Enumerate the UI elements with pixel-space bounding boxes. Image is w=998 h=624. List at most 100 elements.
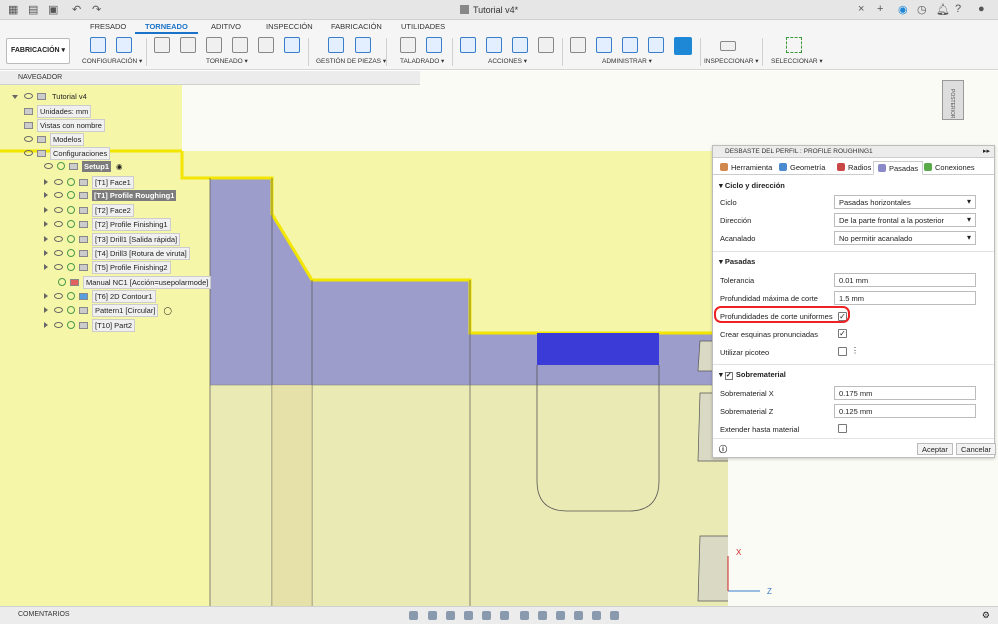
help-icon[interactable]: ? <box>955 3 961 15</box>
more-options-icon[interactable]: ⋮ <box>851 346 859 355</box>
esquinas-checkbox[interactable]: ✓ <box>838 329 847 338</box>
visibility-eye-icon[interactable] <box>54 179 63 185</box>
selection-filter-icon[interactable] <box>610 611 619 620</box>
grid-icon[interactable] <box>520 611 529 620</box>
drill-new-icon[interactable] <box>426 37 442 53</box>
visibility-eye-icon[interactable] <box>24 136 33 142</box>
tab-radios[interactable]: Radios <box>833 161 875 175</box>
group-acciones[interactable]: ACCIONES ▾ <box>488 57 527 65</box>
viewports-icon[interactable] <box>538 611 547 620</box>
undo-icon[interactable]: ↶ <box>72 3 81 16</box>
accept-button[interactable]: Aceptar <box>917 443 953 455</box>
tree-item-pattern[interactable]: Pattern1 [Circular] ◯ <box>44 304 172 317</box>
tab-fabricacion[interactable]: FABRICACIÓN <box>331 22 382 31</box>
settings-gear-icon[interactable]: ⚙ <box>982 610 990 621</box>
tab-herramienta[interactable]: Herramienta <box>716 161 776 175</box>
post-library-icon[interactable] <box>648 37 664 53</box>
tree-item-manual-nc[interactable]: Manual NC1 [Acción=usepolarmode] <box>58 276 212 289</box>
tab-pasadas[interactable]: Pasadas <box>873 161 924 175</box>
group-torneado[interactable]: TORNEADO ▾ <box>206 57 248 65</box>
visibility-eye-icon[interactable] <box>54 236 63 242</box>
section-sobrematerial-header[interactable]: ▾ ✓ Sobrematerial <box>719 370 786 380</box>
visibility-eye-icon[interactable] <box>54 221 63 227</box>
turning-part-icon[interactable] <box>284 37 300 53</box>
part-transfer-icon[interactable] <box>355 37 371 53</box>
tree-item-models[interactable]: Modelos <box>24 133 85 146</box>
apps-grid-icon[interactable]: ▦ <box>8 3 18 16</box>
new-tab-icon[interactable]: + <box>877 3 883 15</box>
visibility-eye-icon[interactable] <box>24 150 33 156</box>
tree-item-op[interactable]: [T2] Face2 <box>44 204 134 217</box>
part-handling-icon[interactable] <box>328 37 344 53</box>
turning-profile-icon[interactable] <box>180 37 196 53</box>
cancel-button[interactable]: Cancelar <box>956 443 997 455</box>
workspace-switcher-button[interactable]: FABRICACIÓN ▾ <box>6 38 70 64</box>
tab-conexiones[interactable]: Conexiones <box>920 161 979 175</box>
group-inspeccionar[interactable]: INSPECCIONAR ▾ <box>704 57 759 65</box>
select-icon[interactable] <box>786 37 802 53</box>
ciclo-select[interactable]: Pasadas horizontales <box>834 195 976 209</box>
tab-inspeccion[interactable]: INSPECCIÓN <box>266 22 313 31</box>
setup-sheet-icon[interactable] <box>538 37 554 53</box>
close-tab-icon[interactable]: × <box>858 3 864 15</box>
machine-library-icon[interactable] <box>596 37 612 53</box>
tab-torneado[interactable]: TORNEADO <box>135 22 198 34</box>
tab-geometria[interactable]: Geometría <box>775 161 829 175</box>
group-gestion-piezas[interactable]: GESTIÓN DE PIEZAS ▾ <box>316 57 386 65</box>
tolerancia-input[interactable]: 0.01 mm <box>834 273 976 287</box>
turning-groove-icon[interactable] <box>206 37 222 53</box>
filter-icon[interactable] <box>592 611 601 620</box>
group-administrar[interactable]: ADMINISTRAR ▾ <box>602 57 652 65</box>
tree-item-op[interactable]: [T6] 2D Contour1 <box>44 290 156 303</box>
tree-item-op[interactable]: [T1] Face1 <box>44 176 134 189</box>
extender-checkbox[interactable] <box>838 424 847 433</box>
visibility-eye-icon[interactable] <box>54 293 63 299</box>
tree-item-op[interactable]: [T10] Part2 <box>44 319 136 332</box>
file-icon[interactable]: ▤ <box>28 3 38 16</box>
tree-item-op[interactable]: [T5] Profile Finishing2 <box>44 261 171 274</box>
account-icon[interactable]: ◉ <box>898 3 908 16</box>
sheet-icon[interactable] <box>116 37 132 53</box>
profundidad-input[interactable]: 1.5 mm <box>834 291 976 305</box>
tool-library-icon[interactable] <box>570 37 586 53</box>
generate-icon[interactable] <box>460 37 476 53</box>
visual-style-icon[interactable] <box>574 611 583 620</box>
rotate-icon[interactable] <box>556 611 565 620</box>
sobrematerial-z-input[interactable]: 0.125 mm <box>834 404 976 418</box>
visibility-eye-icon[interactable] <box>54 192 63 198</box>
display-settings-icon[interactable] <box>500 611 509 620</box>
tree-item-setup1[interactable]: Setup1 ◉ <box>44 161 123 174</box>
simulate-icon[interactable] <box>486 37 502 53</box>
online-status-icon[interactable]: ◷ <box>917 3 927 16</box>
tree-item-root[interactable]: Tutorial v4 <box>12 91 89 104</box>
section-ciclo-header[interactable]: ▾ Ciclo y dirección <box>719 181 785 190</box>
tree-item-op[interactable]: [T3] Drill1 [Salida rápida] <box>44 233 181 246</box>
post-process-icon[interactable] <box>512 37 528 53</box>
group-configuracion[interactable]: CONFIGURACIÓN ▾ <box>82 57 142 65</box>
turning-face-icon[interactable] <box>154 37 170 53</box>
picoteo-checkbox[interactable] <box>838 347 847 356</box>
tree-item-units[interactable]: Unidades: mm <box>24 105 92 118</box>
acanalado-select[interactable]: No permitir acanalado <box>834 231 976 245</box>
direccion-select[interactable]: De la parte frontal a la posterior <box>834 213 976 227</box>
orbit-icon[interactable] <box>428 611 437 620</box>
turning-chamfer-icon[interactable] <box>232 37 248 53</box>
tab-aditivo[interactable]: ADITIVO <box>211 22 241 31</box>
visibility-eye-icon[interactable] <box>54 250 63 256</box>
tab-fresado[interactable]: FRESADO <box>90 22 126 31</box>
visibility-eye-icon[interactable] <box>44 163 53 169</box>
user-avatar[interactable]: ● <box>978 3 985 15</box>
sobrematerial-x-input[interactable]: 0.175 mm <box>834 386 976 400</box>
group-seleccionar[interactable]: SELECCIONAR ▾ <box>771 57 823 65</box>
save-icon[interactable]: ▣ <box>48 3 58 16</box>
sobrematerial-enable-checkbox[interactable]: ✓ <box>724 372 733 380</box>
grip-icon[interactable] <box>409 611 418 620</box>
visibility-eye-icon[interactable] <box>54 264 63 270</box>
comments-label[interactable]: COMENTARIOS <box>18 611 70 618</box>
expand-icon[interactable]: ▸▸ <box>983 147 990 155</box>
drill-icon[interactable] <box>400 37 416 53</box>
measure-icon[interactable] <box>720 41 736 51</box>
info-icon[interactable]: ⓘ <box>719 444 727 455</box>
turning-thread-icon[interactable] <box>258 37 274 53</box>
view-cube[interactable]: POSTERIOR <box>942 80 964 120</box>
